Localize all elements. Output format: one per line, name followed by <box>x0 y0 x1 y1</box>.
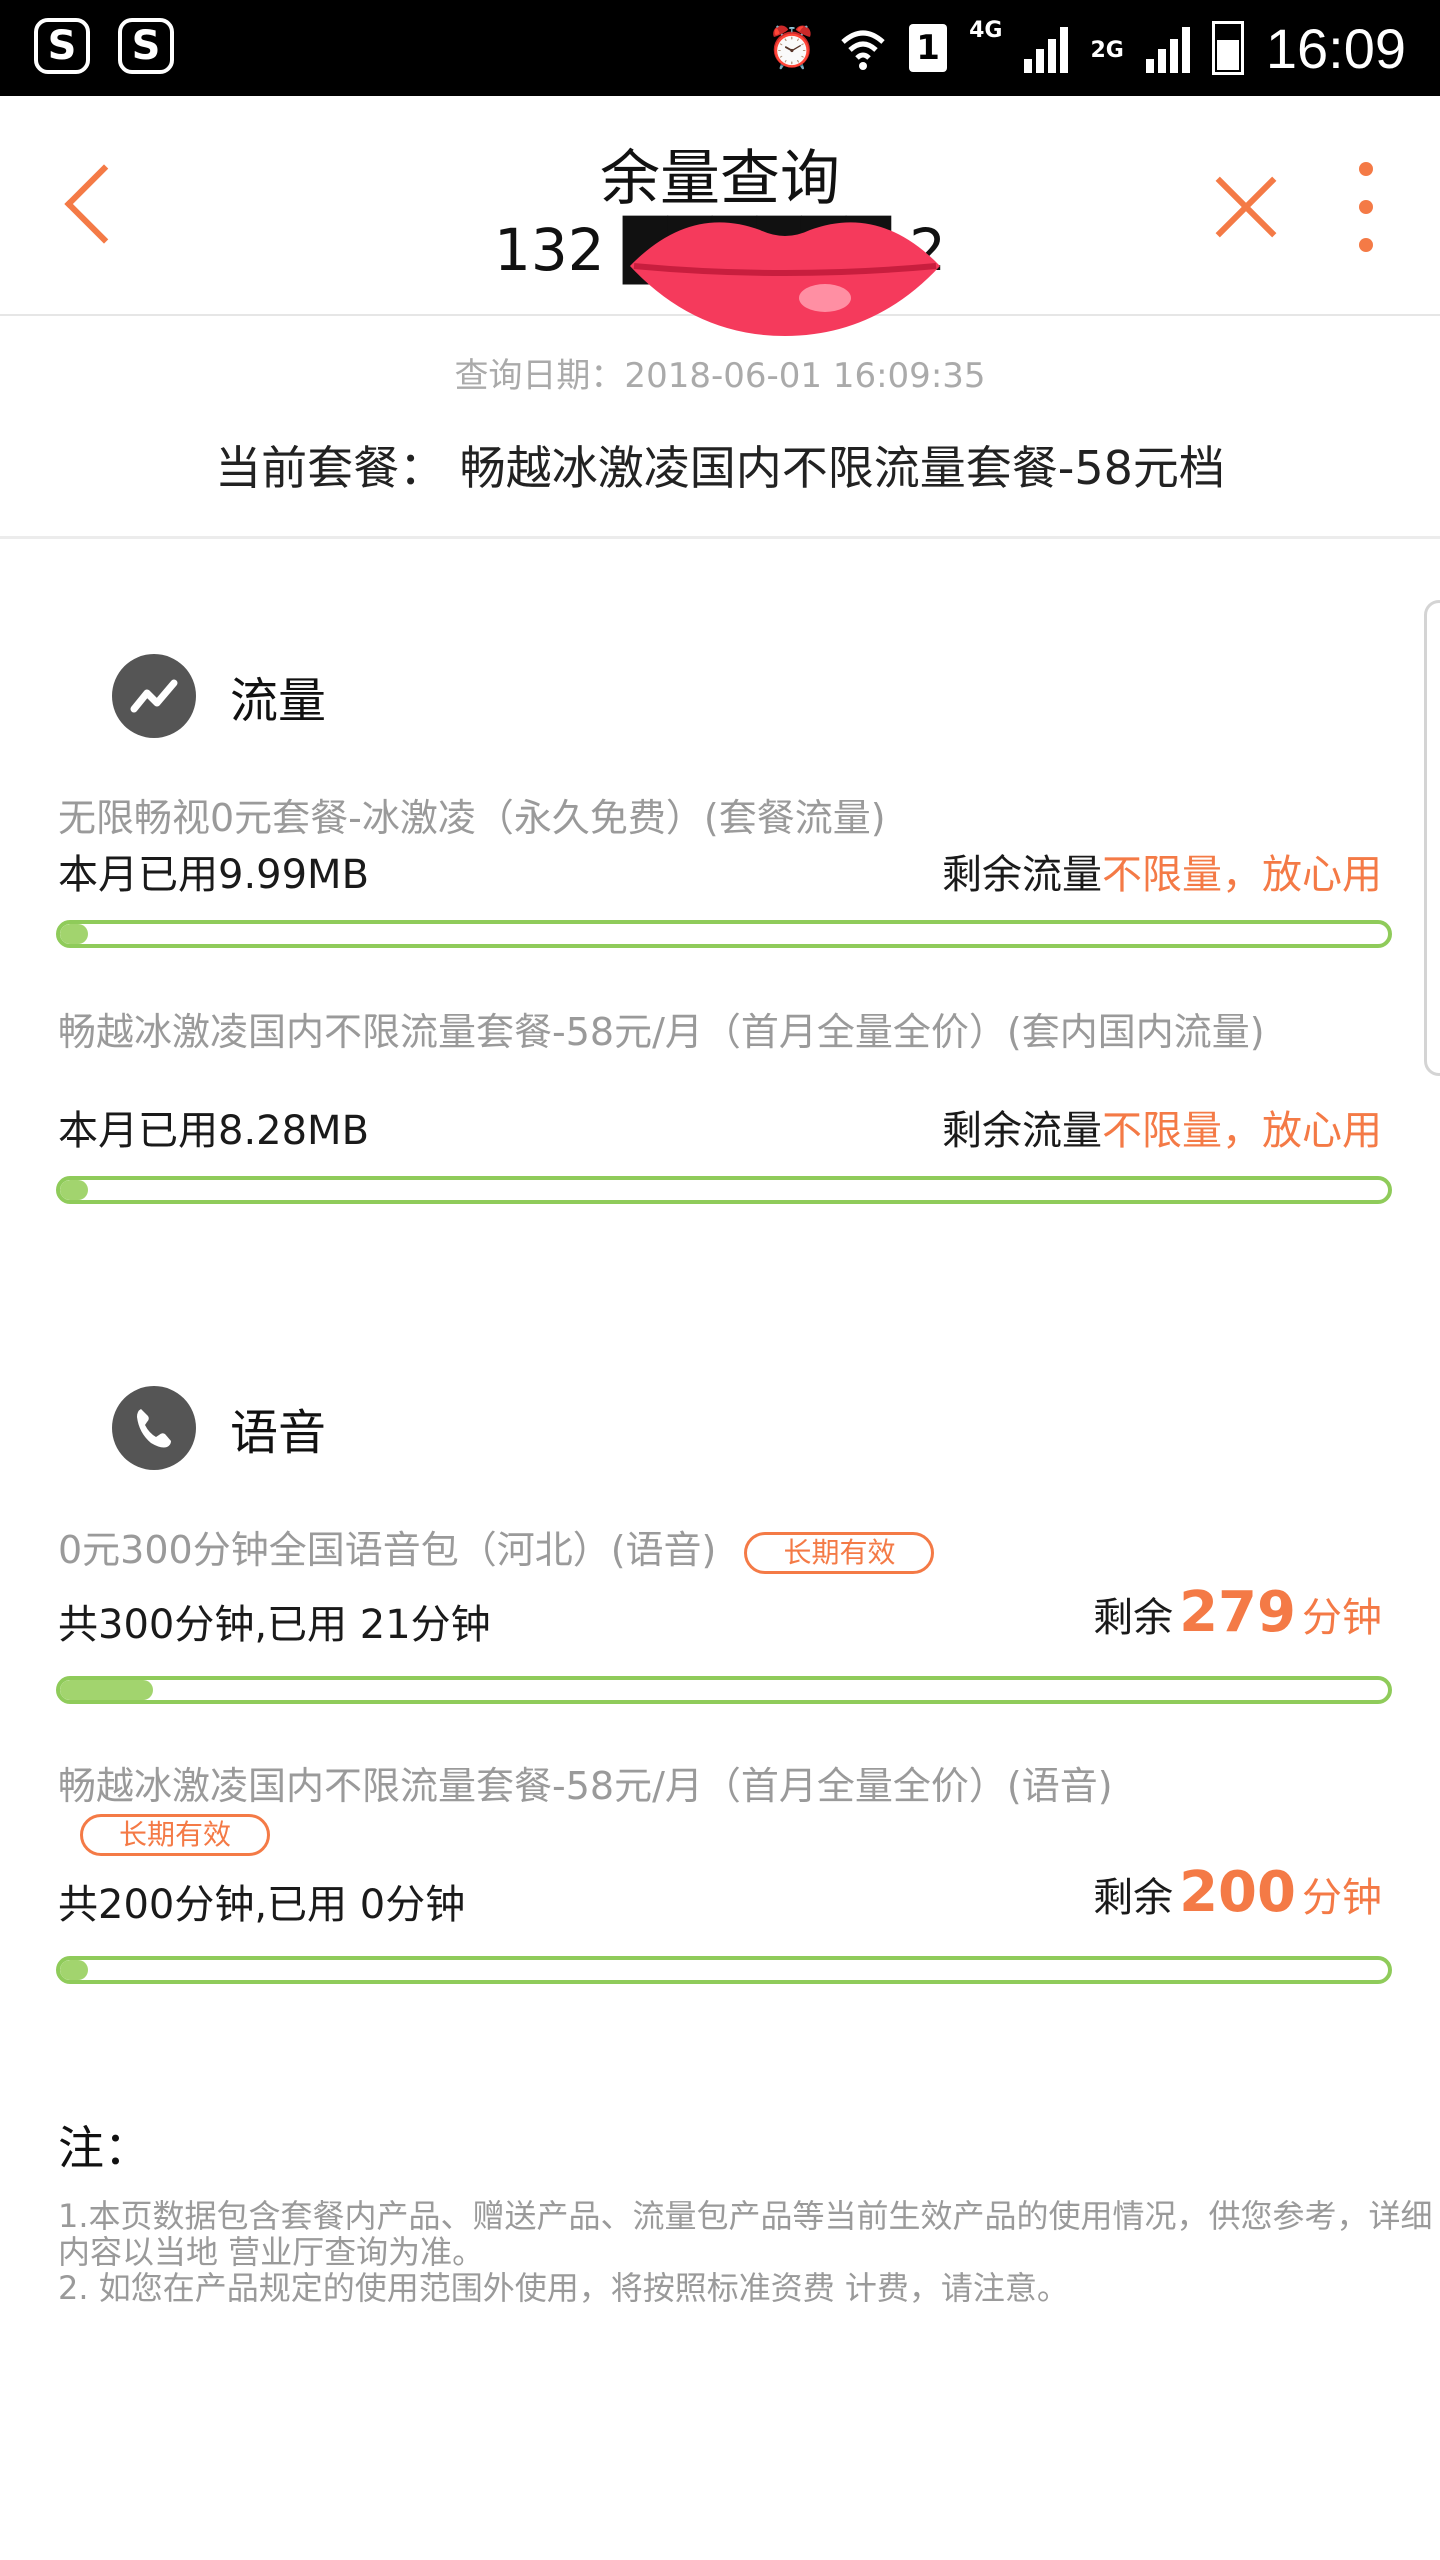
remaining-number: 200 <box>1179 1860 1296 1925</box>
divider <box>0 536 1440 539</box>
voice-item-name: 0元300分钟全国语音包（河北）(语音) <box>58 1528 717 1572</box>
note-line-1: 1.本页数据包含套餐内产品、赠送产品、流量包产品等当前生效产品的使用情况，供您参… <box>58 2197 1433 2271</box>
notes-body: 1.本页数据包含套餐内产品、赠送产品、流量包产品等当前生效产品的使用情况，供您参… <box>58 2198 1438 2306</box>
data-item-remaining: 剩余流量不限量，放心用 <box>942 842 1382 900</box>
data-item-used: 本月已用9.99MB <box>58 852 370 898</box>
data-item-remaining: 剩余流量不限量，放心用 <box>942 1098 1382 1156</box>
more-dot <box>1359 238 1373 252</box>
remaining-value: 不限量，放心用 <box>1102 852 1382 898</box>
progress-fill <box>60 1960 88 1980</box>
more-menu-button[interactable] <box>1346 162 1386 252</box>
wifi-icon <box>841 30 885 70</box>
phone-icon <box>112 1386 196 1470</box>
remaining-label: 剩余 <box>1093 1595 1174 1641</box>
data-item-name: 畅越冰激凌国内不限流量套餐-58元/月（首月全量全价）(套内国内流量) <box>58 1010 1265 1054</box>
network-type-2g: 2G <box>1090 38 1124 63</box>
voice-item-name: 畅越冰激凌国内不限流量套餐-58元/月（首月全量全价）(语音) <box>58 1764 1113 1808</box>
sim-slot-badge: 1 <box>909 24 948 72</box>
remaining-unit: 分钟 <box>1302 1875 1382 1921</box>
battery-icon <box>1211 21 1244 75</box>
more-dot <box>1359 200 1373 214</box>
remaining-label: 剩余 <box>1093 1875 1174 1921</box>
sogou-icon: S <box>34 18 90 74</box>
alarm-icon: ⏰ <box>767 25 818 71</box>
voice-item-progress-bar <box>56 1956 1392 1984</box>
voice-item-used: 共300分钟,已用 21分钟 <box>58 1602 491 1648</box>
signal-icon <box>1024 23 1069 73</box>
data-item-progress-bar <box>56 920 1392 948</box>
note-line-2: 2. 如您在产品规定的使用范围外使用，将按照标准资费 计费，请注意。 <box>58 2269 1069 2307</box>
voice-item-badge-line: 长期有效 <box>80 1812 271 1856</box>
voice-item-name-line: 0元300分钟全国语音包（河北）(语音) 长期有效 <box>58 1530 1398 1574</box>
more-dot <box>1359 162 1373 176</box>
progress-fill <box>60 1680 153 1700</box>
progress-fill <box>60 1180 88 1200</box>
lips-sticker <box>630 222 940 336</box>
voice-item-remaining: 剩余 200 分钟 <box>1093 1860 1382 1925</box>
voice-section-header: 语音 <box>112 1386 326 1470</box>
voice-item-used: 共200分钟,已用 0分钟 <box>58 1882 466 1928</box>
remaining-number: 279 <box>1179 1580 1296 1645</box>
status-bar-right: ⏰ 1 4G 2G 16:09 <box>767 12 1406 84</box>
data-item-progress-bar <box>56 1176 1392 1204</box>
network-type-4g: 4G <box>969 18 1003 43</box>
query-date: 查询日期：2018-06-01 16:09:35 <box>454 356 986 396</box>
close-button[interactable] <box>1212 174 1278 240</box>
remaining-label: 剩余流量 <box>942 1108 1102 1154</box>
voice-item-remaining: 剩余 279 分钟 <box>1093 1580 1382 1645</box>
data-section-header: 流量 <box>112 654 326 738</box>
remaining-unit: 分钟 <box>1302 1595 1382 1641</box>
remaining-label: 剩余流量 <box>942 852 1102 898</box>
signal-icon-secondary <box>1145 23 1190 73</box>
voice-item-progress-bar <box>56 1676 1392 1704</box>
voice-section-title: 语音 <box>230 1405 327 1461</box>
data-section-title: 流量 <box>230 673 327 729</box>
notes-title: 注： <box>58 2121 150 2175</box>
trend-line-icon <box>112 654 196 738</box>
remaining-value: 不限量，放心用 <box>1102 1108 1382 1154</box>
status-bar-left: S S <box>34 18 174 74</box>
status-bar: S S ⏰ 1 4G 2G 16:09 <box>0 0 1440 96</box>
current-plan: 当前套餐： 畅越冰激凌国内不限流量套餐-58元档 <box>215 441 1225 495</box>
progress-fill <box>60 924 88 944</box>
side-scroll-handle[interactable] <box>1424 600 1440 1076</box>
status-time: 16:09 <box>1265 16 1406 80</box>
validity-badge: 长期有效 <box>80 1813 271 1856</box>
app-header: 余量查询 132 ██████ 2 <box>0 96 1440 336</box>
data-item-name: 无限畅视0元套餐-冰激凌（永久免费）(套餐流量) <box>58 796 886 840</box>
sogou-s-icon: S <box>118 18 174 74</box>
data-item-used: 本月已用8.28MB <box>58 1108 370 1154</box>
validity-badge: 长期有效 <box>744 1531 935 1574</box>
